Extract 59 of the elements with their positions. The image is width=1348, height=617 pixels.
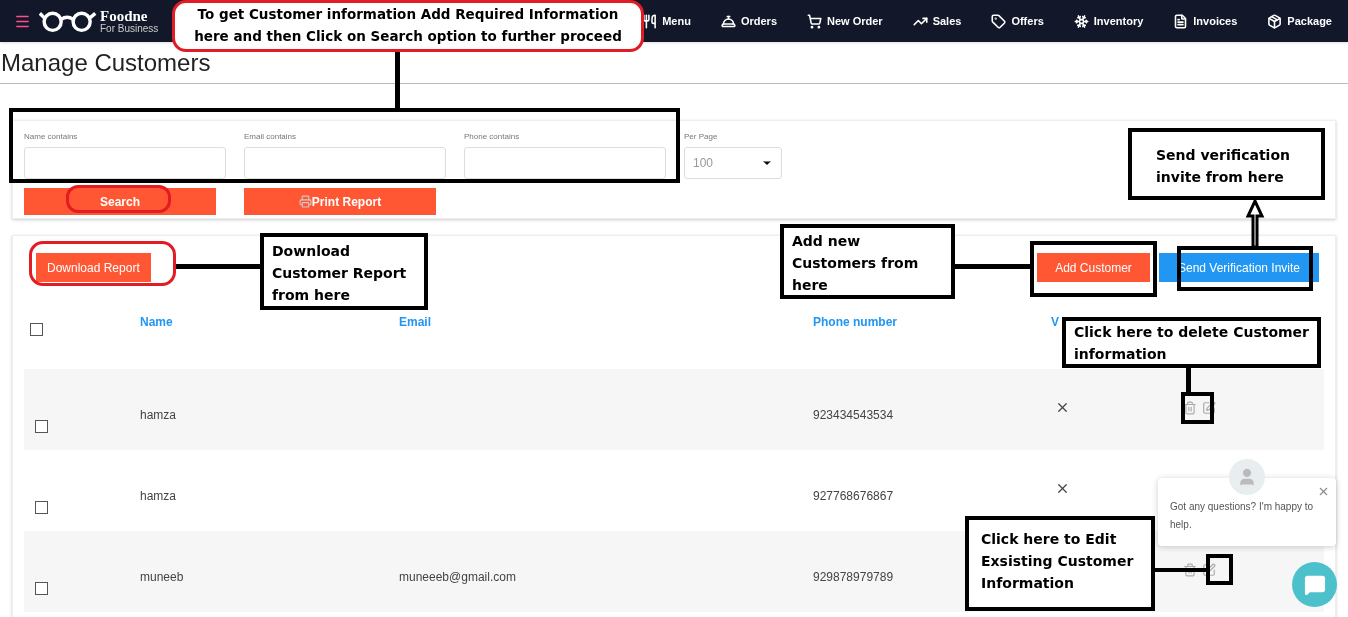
column-header[interactable]: Email [399,315,431,329]
input-field[interactable] [244,147,446,179]
column-header[interactable]: Name [140,315,173,329]
table-cell: hamza [140,489,177,503]
glasses-logo-icon [39,9,97,33]
table-cell: muneeb [140,570,184,584]
callout-note: Send verification invite from here [1128,128,1325,200]
nav-link[interactable]: Inventory [1073,12,1144,30]
chat-message: Got any questions? I'm happy to help. [1170,500,1315,532]
nav-link[interactable]: Invoices [1173,12,1238,30]
table-cell: 929878979789 [813,570,894,584]
document-icon [1173,13,1189,29]
callout-note: Click here to Edit Exsisting Customer Information [965,516,1155,611]
per-page-select[interactable]: 100 [684,147,782,179]
nav-link[interactable]: Sales [912,12,962,30]
callout-note: Click here to delete Customer information [1062,317,1321,368]
table-cell: muneeeb@gmail.com [399,570,516,584]
nav-link[interactable]: Offers [991,12,1044,30]
bell-icon [720,13,736,29]
callout-note: Add new Customers from here [780,224,955,299]
printer-icon [298,195,312,208]
cart-icon [807,13,822,29]
field-label: Per Page [684,131,718,143]
checkbox[interactable] [35,582,48,595]
table-cell: 927768676867 [813,489,894,503]
input-field[interactable] [24,147,226,179]
checkbox[interactable] [35,501,48,514]
brand-tagline: For Business [100,23,159,34]
field-label: Email contains [244,131,297,143]
edit-icon[interactable] [1202,563,1216,577]
nav-link[interactable]: Orders [720,12,777,30]
highlight-frame [1181,392,1214,424]
column-header[interactable]: Phone number [813,315,897,329]
trash-icon[interactable] [1183,401,1197,415]
snowflake-icon [1073,13,1089,29]
tag-icon [991,13,1007,29]
add-customer-button[interactable]: Add Customer [1037,253,1150,282]
nav-link[interactable]: Package [1267,12,1332,30]
edit-icon[interactable] [1202,401,1216,415]
input-field[interactable] [464,147,666,179]
nav-link[interactable]: New Order [807,12,883,30]
field-label: Phone contains [464,131,520,143]
arrow [1245,200,1265,247]
package-icon [1267,13,1283,29]
brand-name: Foodne [100,8,149,24]
print-report-button[interactable]: Print Report [244,188,436,215]
checkbox[interactable] [35,420,48,433]
download-report-button[interactable]: Download Report [36,253,151,282]
table-cell: hamza [140,408,177,422]
callout-note: To get Customer information Add Required Information here and then Click on Search option to further proceed [172,0,644,52]
chat-bubble-icon [1303,573,1326,596]
close-icon[interactable] [1317,485,1330,498]
table-cell: 923434543534 [813,408,894,422]
search-button[interactable]: Search [24,188,216,215]
field-label: Name contains [24,131,78,143]
checkbox[interactable] [30,323,43,336]
callout-note: Download Customer Report from here [260,233,428,310]
column-header[interactable]: V [1051,315,1059,329]
highlight-frame [1206,554,1233,585]
